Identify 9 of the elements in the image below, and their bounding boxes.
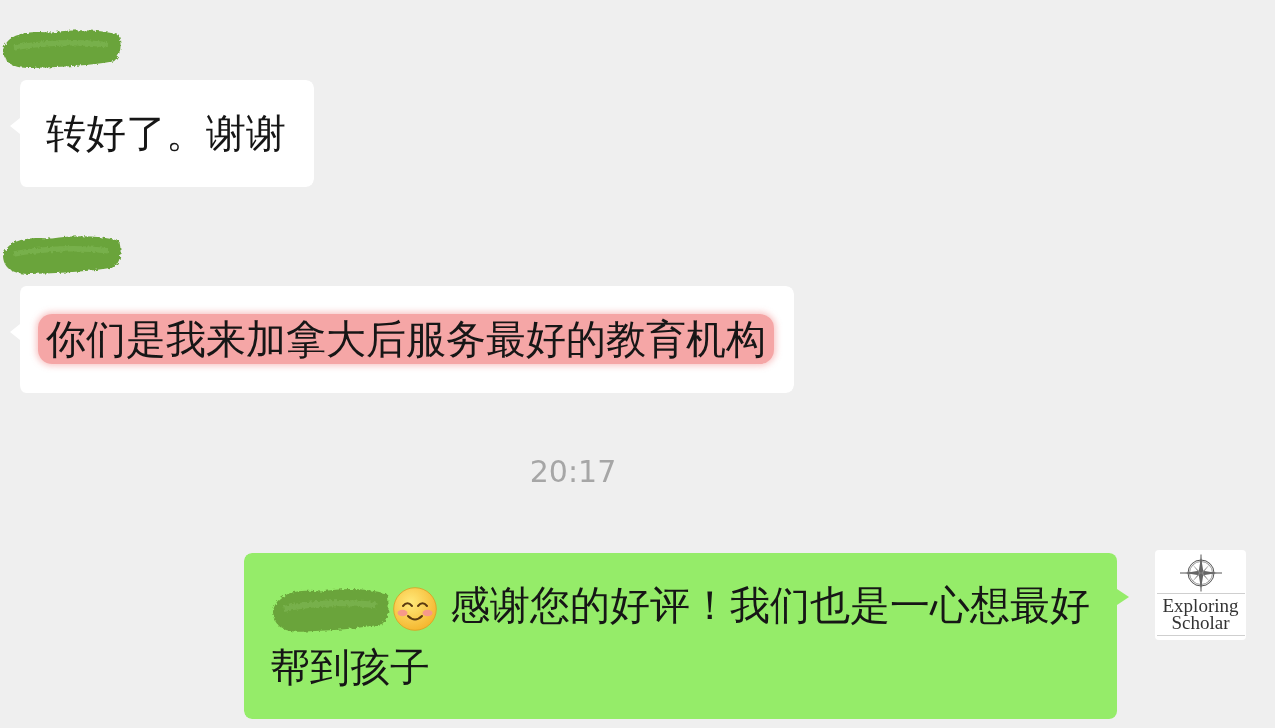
message-text: 你们是我来加拿大后服务最好的教育机构 [38,314,774,364]
message-text: 感谢您的好评！我们也是一心想最好 [450,582,1090,628]
message-text: 转好了。谢谢 [46,110,286,156]
logo-avatar[interactable]: Exploring Scholar [1155,550,1246,640]
compass-rose-icon [1178,554,1223,592]
timestamp: 20:17 [529,454,617,490]
smiling-face-icon [393,586,437,631]
logo-text: Exploring Scholar [1156,593,1245,636]
message-text: 帮到孩子 [270,644,430,690]
